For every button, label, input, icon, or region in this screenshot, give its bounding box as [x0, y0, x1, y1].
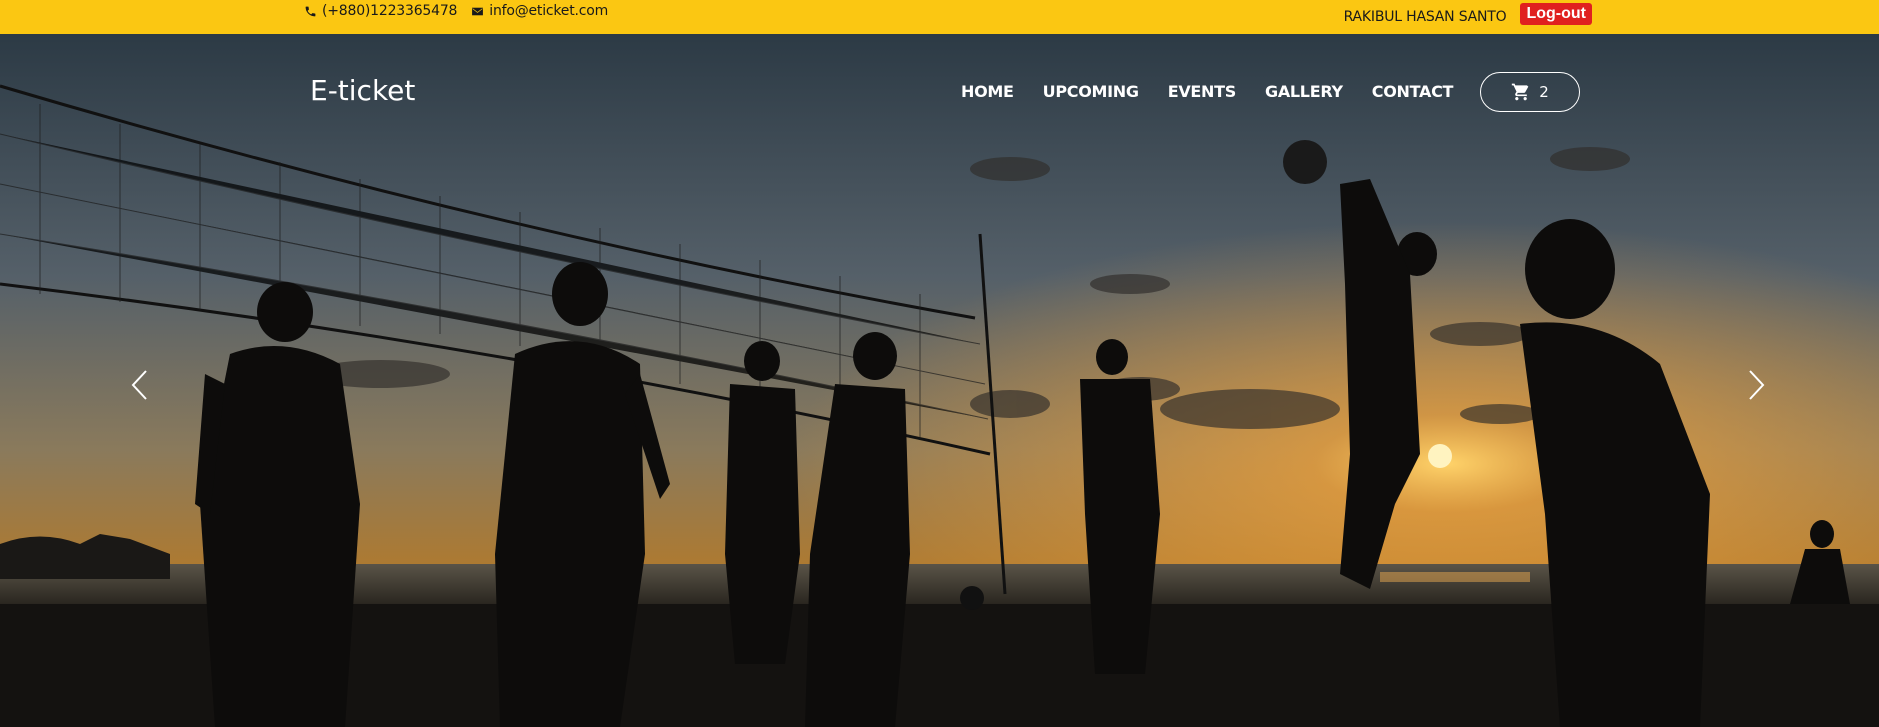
- envelope-icon: [472, 7, 484, 15]
- nav-menu: HOME UPCOMING EVENTS GALLERY CONTACT: [961, 82, 1482, 101]
- chevron-left-icon: [131, 370, 147, 400]
- hero-slider: [0, 34, 1879, 727]
- top-bar: (+880)1223365478 info@eticket.com RAKIBU…: [0, 0, 1879, 34]
- phone-item[interactable]: (+880)1223365478: [304, 3, 457, 19]
- phone-icon: [305, 6, 316, 16]
- nav-item-gallery[interactable]: GALLERY: [1265, 82, 1343, 101]
- slider-prev-button[interactable]: [130, 368, 150, 402]
- chevron-right-icon: [1749, 370, 1765, 400]
- nav-item-home[interactable]: HOME: [961, 82, 1014, 101]
- nav-item-upcoming[interactable]: UPCOMING: [1043, 82, 1139, 101]
- contact-info: (+880)1223365478 info@eticket.com: [304, 3, 608, 19]
- nav-item-contact[interactable]: CONTACT: [1372, 82, 1454, 101]
- cart-button[interactable]: 2: [1480, 72, 1580, 112]
- logout-button[interactable]: Log-out: [1520, 3, 1592, 25]
- slider-next-button[interactable]: [1746, 368, 1766, 402]
- hero-image: [0, 34, 1879, 727]
- nav-item-events[interactable]: EVENTS: [1168, 82, 1237, 101]
- username: RAKIBUL HASAN SANTO: [1343, 8, 1507, 25]
- email-text: info@eticket.com: [489, 3, 609, 19]
- brand-logo[interactable]: E-ticket: [310, 74, 415, 107]
- email-item[interactable]: info@eticket.com: [471, 3, 608, 19]
- cart-count: 2: [1539, 83, 1549, 101]
- phone-text: (+880)1223365478: [322, 3, 458, 19]
- cart-icon: [1512, 83, 1529, 101]
- main-navbar: E-ticket HOME UPCOMING EVENTS GALLERY CO…: [0, 34, 1879, 124]
- user-area: RAKIBUL HASAN SANTO Log-out: [1344, 3, 1592, 25]
